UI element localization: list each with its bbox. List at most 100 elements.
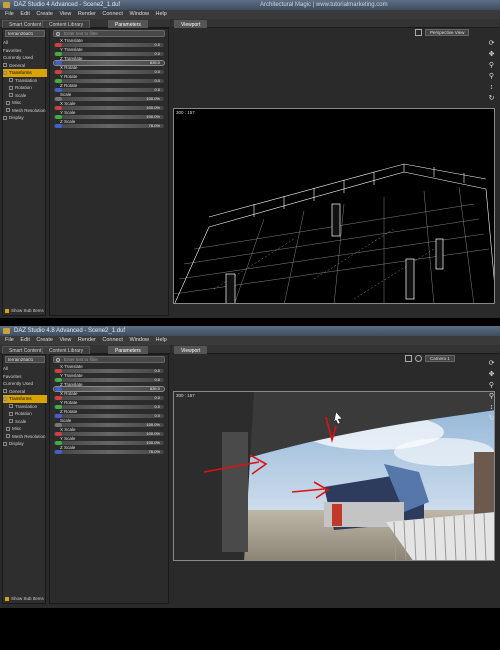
parameter-value[interactable]: 0.0: [154, 42, 160, 47]
parameter-track[interactable]: 76.0%: [54, 449, 164, 454]
parameter-value[interactable]: 100.0%: [146, 422, 160, 427]
viewport-3d[interactable]: 300 : 157: [173, 391, 495, 561]
tree-item-all[interactable]: All: [3, 39, 47, 47]
tree-item-scale[interactable]: Scale: [3, 418, 47, 426]
tree-item-currently-used[interactable]: Currently Used: [3, 380, 47, 388]
pan-camera-icon[interactable]: ✥: [488, 371, 495, 378]
menu-create[interactable]: Create: [36, 10, 53, 19]
parameter-value[interactable]: 0.0: [154, 87, 160, 92]
parameter-value[interactable]: 839.0: [150, 386, 160, 391]
tree-item-misc[interactable]: Misc: [3, 99, 47, 107]
tree-item-rotation[interactable]: Rotation: [3, 410, 47, 418]
parameter-group-pane: terrain26a01 All Favorites Currently Use…: [2, 354, 47, 604]
show-sub-items-checkbox[interactable]: Show Sub Items: [5, 596, 44, 601]
zoom-camera-icon[interactable]: ⚲: [488, 382, 495, 389]
menu-edit[interactable]: Edit: [20, 336, 29, 345]
menu-help[interactable]: Help: [156, 336, 167, 345]
parameter-value[interactable]: 839.0: [150, 60, 160, 65]
tree-item-scale[interactable]: Scale: [3, 92, 47, 100]
tree-item-mesh-resolution[interactable]: Mesh Resolution: [3, 107, 47, 115]
parameter-value[interactable]: 0.0: [154, 368, 160, 373]
show-sub-items-checkbox[interactable]: Show Sub Items: [5, 308, 44, 313]
parameter-slider[interactable]: Z Scale 76.0%: [52, 119, 168, 129]
orbit-icon[interactable]: ↻: [488, 95, 495, 102]
menu-create[interactable]: Create: [36, 336, 53, 345]
group-tree: All Favorites Currently Used General Tra…: [3, 39, 47, 122]
tab-viewport[interactable]: Viewport: [174, 20, 208, 28]
parameter-track[interactable]: 76.0%: [54, 123, 164, 128]
parameter-value[interactable]: 100.0%: [146, 431, 160, 436]
parameter-value[interactable]: 100.0%: [146, 114, 160, 119]
tree-item-favorites[interactable]: Favorites: [3, 373, 47, 381]
orbit-icon[interactable]: ↻: [488, 415, 495, 422]
tree-item-currently-used[interactable]: Currently Used: [3, 54, 47, 62]
dolly-camera-icon[interactable]: ⚲: [488, 393, 495, 400]
parameter-value[interactable]: 0.0: [154, 395, 160, 400]
node-selector[interactable]: terrain26a01: [5, 30, 45, 37]
menu-file[interactable]: File: [5, 336, 14, 345]
menu-window[interactable]: Window: [129, 336, 149, 345]
viewport-layout-icon[interactable]: [415, 29, 422, 36]
parameter-value[interactable]: 76.0%: [149, 449, 160, 454]
draw-style-icon[interactable]: [415, 355, 422, 362]
menu-help[interactable]: Help: [156, 10, 167, 19]
viewport-layout-icon[interactable]: [405, 355, 412, 362]
filter-input[interactable]: Enter text to filter: [53, 356, 165, 363]
pan-camera-icon[interactable]: ✥: [488, 51, 495, 58]
tree-item-general[interactable]: General: [3, 62, 47, 70]
viewport-tab-bar: Viewport: [172, 345, 500, 354]
rotate-camera-icon[interactable]: ⟳: [488, 40, 495, 47]
tree-item-mesh-resolution[interactable]: Mesh Resolution: [3, 433, 47, 441]
tab-parameters[interactable]: Parameters: [108, 20, 148, 28]
parameter-value[interactable]: 0.0: [154, 78, 160, 83]
dolly-camera-icon[interactable]: ⚲: [488, 73, 495, 80]
title-bar: DAZ Studio 4 Advanced - Scene2_1.duf Arc…: [0, 0, 500, 10]
tab-content-library[interactable]: Content Library: [42, 20, 91, 28]
viewport-3d[interactable]: 300 : 157: [173, 108, 495, 304]
filter-input[interactable]: Enter text to filter: [53, 30, 165, 37]
menu-connect[interactable]: Connect: [102, 336, 123, 345]
rotate-camera-icon[interactable]: ⟳: [488, 360, 495, 367]
menu-bar: File Edit Create View Render Connect Win…: [0, 10, 500, 19]
parameter-slider[interactable]: Z Scale 76.0%: [52, 445, 168, 455]
menu-view[interactable]: View: [59, 10, 71, 19]
tree-item-all[interactable]: All: [3, 365, 47, 373]
parameter-value[interactable]: 0.0: [154, 377, 160, 382]
tree-item-rotation[interactable]: Rotation: [3, 84, 47, 92]
parameter-value[interactable]: 100.0%: [146, 96, 160, 101]
menu-render[interactable]: Render: [78, 10, 96, 19]
tree-item-translation[interactable]: Translation: [3, 403, 47, 411]
menu-file[interactable]: File: [5, 10, 14, 19]
tree-item-translation[interactable]: Translation: [3, 77, 47, 85]
folder-icon: [9, 419, 13, 424]
parameter-value[interactable]: 100.0%: [146, 105, 160, 110]
parameter-value[interactable]: 0.0: [154, 51, 160, 56]
tab-content-library[interactable]: Content Library: [42, 346, 91, 354]
frame-icon[interactable]: ↕: [488, 84, 495, 91]
tree-item-transforms[interactable]: Transforms: [3, 395, 47, 403]
zoom-camera-icon[interactable]: ⚲: [488, 62, 495, 69]
camera-selector[interactable]: Camera 1: [425, 355, 455, 362]
parameter-value[interactable]: 0.0: [154, 69, 160, 74]
tree-item-label: Translation: [15, 77, 38, 83]
tab-viewport[interactable]: Viewport: [174, 346, 208, 354]
menu-edit[interactable]: Edit: [20, 10, 29, 19]
tree-item-display[interactable]: Display: [3, 114, 47, 122]
camera-selector[interactable]: Perspective View: [425, 29, 470, 36]
parameter-value[interactable]: 100.0%: [146, 440, 160, 445]
node-selector[interactable]: terrain26a01: [5, 356, 45, 363]
frame-icon[interactable]: ↕: [488, 404, 495, 411]
tab-parameters[interactable]: Parameters: [108, 346, 148, 354]
tree-item-favorites[interactable]: Favorites: [3, 47, 47, 55]
parameter-value[interactable]: 76.0%: [149, 123, 160, 128]
tree-item-misc[interactable]: Misc: [3, 425, 47, 433]
menu-render[interactable]: Render: [78, 336, 96, 345]
tree-item-general[interactable]: General: [3, 388, 47, 396]
tree-item-transforms[interactable]: Transforms: [3, 69, 47, 77]
menu-view[interactable]: View: [59, 336, 71, 345]
parameter-value[interactable]: 0.0: [154, 413, 160, 418]
parameter-value[interactable]: 0.0: [154, 404, 160, 409]
menu-connect[interactable]: Connect: [102, 10, 123, 19]
menu-window[interactable]: Window: [129, 10, 149, 19]
tree-item-display[interactable]: Display: [3, 440, 47, 448]
